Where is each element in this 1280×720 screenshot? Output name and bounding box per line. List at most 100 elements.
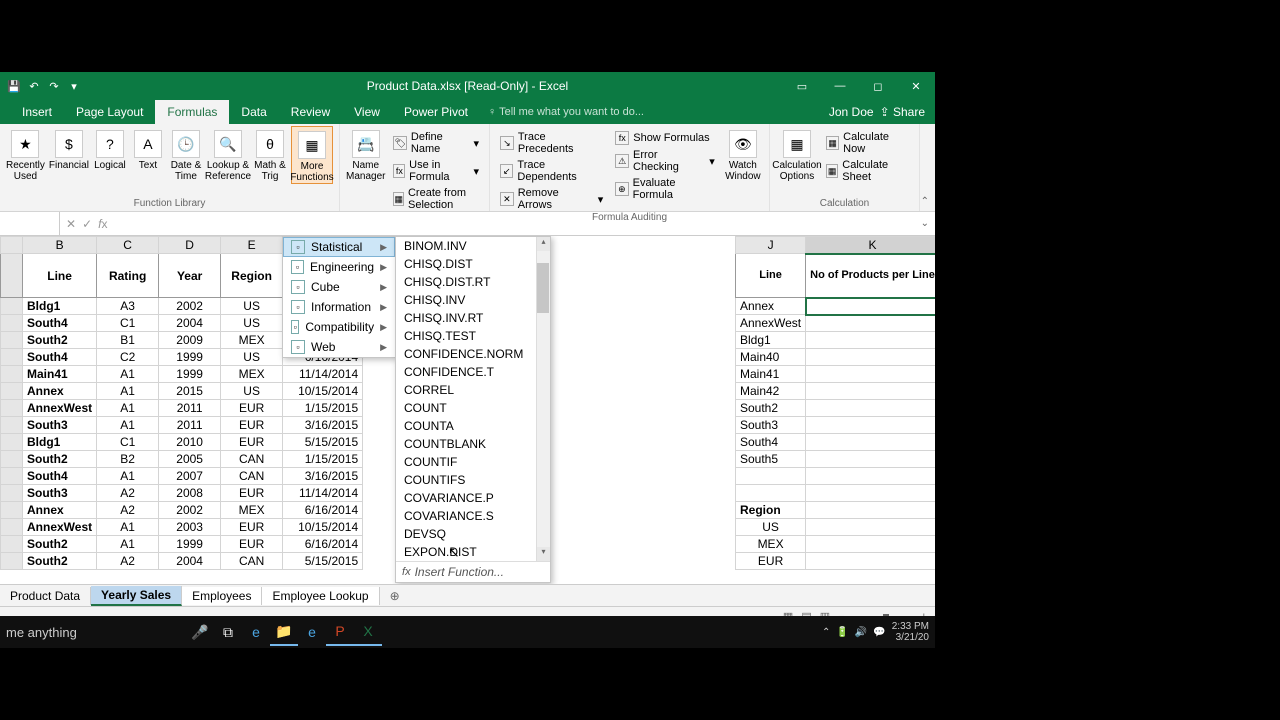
- insert-function-icon[interactable]: fx: [98, 217, 107, 231]
- enter-formula-icon[interactable]: ✓: [82, 217, 92, 231]
- clock-icon: 🕒: [172, 130, 200, 158]
- math-trig-button[interactable]: θMath & Trig: [253, 126, 287, 184]
- lookup-reference-button[interactable]: 🔍Lookup & Reference: [207, 126, 249, 184]
- financial-button[interactable]: $Financial: [49, 126, 89, 184]
- taskbar-edge-icon[interactable]: e: [242, 618, 270, 646]
- fn-correl[interactable]: CORREL: [396, 381, 550, 399]
- date-time-button[interactable]: 🕒Date & Time: [169, 126, 203, 184]
- ribbon-tabs: Insert Page Layout Formulas Data Review …: [0, 100, 935, 124]
- menu-web[interactable]: ▫Web▶: [283, 337, 395, 357]
- worksheet-area[interactable]: BCDELineRatingYearRegionBldg1A32002US5/1…: [0, 236, 935, 584]
- category-icon: ▫: [291, 240, 305, 254]
- close-button[interactable]: ✕: [897, 72, 935, 100]
- sheet-tab-yearly-sales[interactable]: Yearly Sales: [91, 586, 182, 606]
- menu-information[interactable]: ▫Information▶: [283, 297, 395, 317]
- tab-review[interactable]: Review: [279, 100, 342, 124]
- cancel-formula-icon[interactable]: ✕: [66, 217, 76, 231]
- tab-data[interactable]: Data: [229, 100, 278, 124]
- taskbar-explorer-icon[interactable]: 📁: [270, 618, 298, 646]
- name-box[interactable]: [0, 212, 60, 235]
- ribbon-display-icon[interactable]: ▭: [783, 72, 821, 100]
- define-name-button[interactable]: 🏷Define Name ▾: [389, 130, 483, 156]
- fn-chisq.inv[interactable]: CHISQ.INV: [396, 291, 550, 309]
- taskbar-excel-icon[interactable]: X: [354, 618, 382, 646]
- task-view-icon[interactable]: ⧉: [214, 618, 242, 646]
- trace-precedents-button[interactable]: ↘Trace Precedents: [496, 130, 607, 156]
- tab-formulas[interactable]: Formulas: [155, 100, 229, 124]
- calculation-options-button[interactable]: ▦Calculation Options: [776, 126, 818, 184]
- fn-chisq.dist.rt[interactable]: CHISQ.DIST.RT: [396, 273, 550, 291]
- sheet-tab-product-data[interactable]: Product Data: [0, 587, 91, 605]
- expand-formula-bar-icon[interactable]: ⌄: [915, 218, 935, 229]
- taskbar-ie-icon[interactable]: e: [298, 618, 326, 646]
- recently-used-button[interactable]: ★Recently Used: [6, 126, 45, 184]
- calculate-sheet-button[interactable]: ▦Calculate Sheet: [822, 158, 913, 184]
- fn-counta[interactable]: COUNTA: [396, 417, 550, 435]
- fn-chisq.dist[interactable]: CHISQ.DIST: [396, 255, 550, 273]
- fn-countifs[interactable]: COUNTIFS: [396, 471, 550, 489]
- theta-icon: θ: [256, 130, 284, 158]
- sheet-tab-employee-lookup[interactable]: Employee Lookup: [262, 587, 379, 605]
- show-formulas-button[interactable]: fxShow Formulas: [611, 130, 719, 146]
- qat-save-icon[interactable]: 💾: [6, 78, 22, 94]
- logical-button[interactable]: ?Logical: [93, 126, 127, 184]
- trace-dependents-button[interactable]: ↙Trace Dependents: [496, 158, 607, 184]
- cortana-search[interactable]: me anything: [6, 625, 186, 640]
- collapse-ribbon-icon[interactable]: ⌃: [921, 196, 929, 207]
- tray-expand-icon[interactable]: ⌃: [822, 627, 830, 638]
- fx-icon: fx: [402, 566, 411, 578]
- fn-chisq.inv.rt[interactable]: CHISQ.INV.RT: [396, 309, 550, 327]
- menu-statistical[interactable]: ▫Statistical▶: [283, 237, 395, 257]
- tray-network-icon[interactable]: 💬: [873, 627, 885, 638]
- maximize-button[interactable]: ◻: [859, 72, 897, 100]
- tab-page-layout[interactable]: Page Layout: [64, 100, 155, 124]
- use-in-formula-button[interactable]: fxUse in Formula ▾: [389, 158, 483, 184]
- tray-volume-icon[interactable]: 🔊: [855, 627, 867, 638]
- fn-countblank[interactable]: COUNTBLANK: [396, 435, 550, 453]
- menu-cube[interactable]: ▫Cube▶: [283, 277, 395, 297]
- cortana-mic-icon[interactable]: 🎤: [186, 618, 214, 646]
- taskbar-powerpoint-icon[interactable]: P: [326, 618, 354, 646]
- share-button[interactable]: ⇪ Share: [880, 105, 925, 119]
- qat-customize-icon[interactable]: ▾: [66, 78, 82, 94]
- qat-redo-icon[interactable]: ↷: [46, 78, 62, 94]
- fn-countif[interactable]: COUNTIF: [396, 453, 550, 471]
- grid-right[interactable]: JKLMNCLineNo of Products per LineTotal P…: [735, 236, 935, 570]
- insert-function-menuitem[interactable]: fx Insert Function...: [396, 561, 550, 582]
- fn-devsq[interactable]: DEVSQ: [396, 525, 550, 543]
- create-from-selection-button[interactable]: ▦Create from Selection: [389, 186, 483, 212]
- tab-power-pivot[interactable]: Power Pivot: [392, 100, 480, 124]
- fn-binom.inv[interactable]: BINOM.INV: [396, 237, 550, 255]
- category-icon: ▫: [291, 280, 305, 294]
- new-sheet-button[interactable]: ⊕: [380, 589, 410, 603]
- fn-expon.dist[interactable]: EXPON.DIST: [396, 543, 550, 561]
- fx-icon: fx: [393, 164, 405, 178]
- user-name[interactable]: Jon Doe: [829, 105, 874, 119]
- calculate-now-button[interactable]: ▦Calculate Now: [822, 130, 913, 156]
- sheet-tab-employees[interactable]: Employees: [182, 587, 262, 605]
- fn-confidence.t[interactable]: CONFIDENCE.T: [396, 363, 550, 381]
- fn-confidence.norm[interactable]: CONFIDENCE.NORM: [396, 345, 550, 363]
- qat-undo-icon[interactable]: ↶: [26, 78, 42, 94]
- evaluate-formula-button[interactable]: ⊕Evaluate Formula: [611, 176, 719, 202]
- tab-insert[interactable]: Insert: [10, 100, 64, 124]
- menu-engineering[interactable]: ▫Engineering▶: [283, 257, 395, 277]
- tray-battery-icon[interactable]: 🔋: [836, 627, 848, 638]
- fn-covariance.s[interactable]: COVARIANCE.S: [396, 507, 550, 525]
- error-checking-button[interactable]: ⚠Error Checking ▾: [611, 148, 719, 174]
- fn-chisq.test[interactable]: CHISQ.TEST: [396, 327, 550, 345]
- fn-covariance.p[interactable]: COVARIANCE.P: [396, 489, 550, 507]
- formula-bar: ✕ ✓ fx ⌄: [0, 212, 935, 236]
- text-button[interactable]: AText: [131, 126, 165, 184]
- dependents-icon: ↙: [500, 164, 513, 178]
- more-functions-button[interactable]: ▦More Functions: [291, 126, 333, 184]
- tell-me[interactable]: ♀ Tell me what you want to do...: [488, 106, 644, 118]
- minimize-button[interactable]: —: [821, 72, 859, 100]
- watch-window-button[interactable]: 👁Watch Window: [723, 126, 763, 212]
- menu-scrollbar[interactable]: ▴▾: [536, 237, 550, 561]
- tab-view[interactable]: View: [342, 100, 392, 124]
- fn-count[interactable]: COUNT: [396, 399, 550, 417]
- name-manager-button[interactable]: 📇Name Manager: [346, 126, 385, 212]
- remove-arrows-button[interactable]: ✕Remove Arrows ▾: [496, 186, 607, 212]
- menu-compatibility[interactable]: ▫Compatibility▶: [283, 317, 395, 337]
